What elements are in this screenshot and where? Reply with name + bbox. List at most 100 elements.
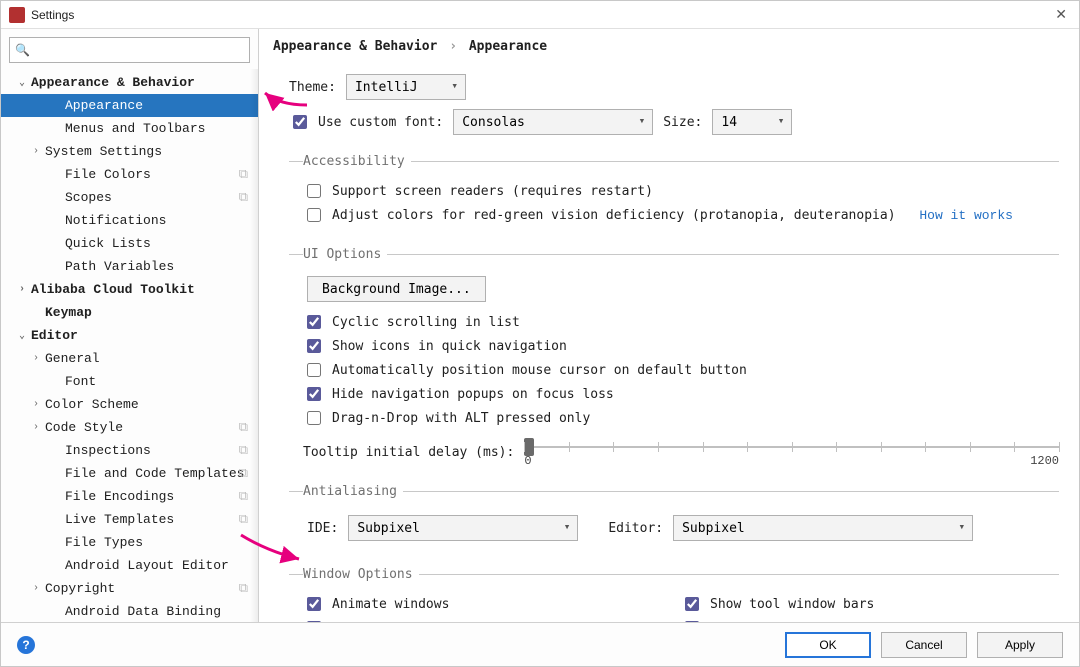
sidebar-item[interactable]: ⌄Appearance & Behavior [1, 71, 258, 94]
adjust-colors-checkbox[interactable] [307, 208, 321, 222]
sidebar-item[interactable]: Path Variables [1, 255, 258, 278]
screen-readers-label: Support screen readers (requires restart… [332, 184, 653, 199]
project-level-icon: ⧉ [239, 466, 248, 481]
titlebar: Settings ✕ [1, 1, 1079, 29]
aa-ide-select[interactable]: Subpixel [348, 515, 578, 541]
sidebar-item[interactable]: ›Copyright⧉ [1, 577, 258, 600]
sidebar-item[interactable]: Keymap [1, 301, 258, 324]
sidebar-item-label: Menus and Toolbars [65, 121, 205, 136]
close-icon[interactable]: ✕ [1051, 6, 1071, 23]
sidebar-item-label: Alibaba Cloud Toolkit [31, 282, 195, 297]
project-level-icon: ⧉ [239, 420, 248, 435]
sidebar-item-label: Path Variables [65, 259, 174, 274]
sidebar-item-label: Appearance & Behavior [31, 75, 195, 90]
ui-options-group: UI Options Background Image... Cyclic sc… [289, 247, 1059, 466]
ok-button[interactable]: OK [785, 632, 871, 658]
search-icon: 🔍 [15, 43, 30, 58]
window-options-title: Window Options [303, 567, 419, 582]
sidebar-item-label: Color Scheme [45, 397, 139, 412]
size-label: Size: [663, 115, 702, 130]
screen-readers-checkbox[interactable] [307, 184, 321, 198]
cancel-button[interactable]: Cancel [881, 632, 967, 658]
sidebar-item[interactable]: Quick Lists [1, 232, 258, 255]
tooltip-delay-slider[interactable]: 0 1200 [524, 438, 1059, 466]
sidebar-item[interactable]: ›General [1, 347, 258, 370]
font-select[interactable]: Consolas [453, 109, 653, 135]
show-toolbars-checkbox[interactable] [685, 597, 699, 611]
sidebar-item[interactable]: Scopes⧉ [1, 186, 258, 209]
aa-editor-select[interactable]: Subpixel [673, 515, 973, 541]
breadcrumb-sep-icon: › [449, 39, 457, 54]
cyclic-scrolling-checkbox[interactable] [307, 315, 321, 329]
sidebar-item[interactable]: File Encodings ⧉ [1, 485, 258, 508]
sidebar-item[interactable]: File and Code Templates⧉ [1, 462, 258, 485]
content: Appearance & Behavior › Appearance Theme… [259, 29, 1079, 622]
chevron-down-icon: ⌄ [15, 330, 29, 342]
project-level-icon: ⧉ [239, 489, 248, 504]
sidebar-item[interactable]: ›Code Style⧉ [1, 416, 258, 439]
drag-alt-checkbox[interactable] [307, 411, 321, 425]
sidebar-item[interactable]: File Colors⧉ [1, 163, 258, 186]
sidebar-item[interactable]: Font [1, 370, 258, 393]
apply-button[interactable]: Apply [977, 632, 1063, 658]
sidebar-item[interactable]: Android Data Binding [1, 600, 258, 622]
sidebar-item-label: Notifications [65, 213, 166, 228]
use-custom-font-checkbox[interactable] [293, 115, 307, 129]
background-image-button[interactable]: Background Image... [307, 276, 486, 302]
accessibility-title: Accessibility [303, 154, 411, 169]
use-custom-font-label: Use custom font: [318, 115, 443, 130]
sidebar-item-label: Appearance [65, 98, 143, 113]
sidebar-item-label: Android Layout Editor [65, 558, 229, 573]
sidebar-item-label: Quick Lists [65, 236, 151, 251]
sidebar-item-label: Android Data Binding [65, 604, 221, 619]
project-level-icon: ⧉ [239, 581, 248, 596]
sidebar-item-label: Keymap [45, 305, 92, 320]
sidebar-item[interactable]: File Types [1, 531, 258, 554]
chevron-down-icon: ⌄ [15, 77, 29, 89]
sidebar-tree[interactable]: ⌄Appearance & BehaviorAppearanceMenus an… [1, 71, 258, 622]
sidebar-item[interactable]: Menus and Toolbars [1, 117, 258, 140]
ui-options-title: UI Options [303, 247, 387, 262]
project-level-icon: ⧉ [239, 190, 248, 205]
sidebar-item[interactable]: Live Templates⧉ [1, 508, 258, 531]
search-input[interactable] [9, 37, 250, 63]
sidebar-item[interactable]: ⌄Editor [1, 324, 258, 347]
how-it-works-link[interactable]: How it works [919, 208, 1013, 223]
sidebar-item[interactable]: ›Alibaba Cloud Toolkit [1, 278, 258, 301]
breadcrumb-leaf: Appearance [469, 39, 547, 54]
auto-mouse-checkbox[interactable] [307, 363, 321, 377]
sidebar-item[interactable]: ›System Settings [1, 140, 258, 163]
sidebar-item[interactable]: Appearance [1, 94, 258, 117]
sidebar-scroll-shadow [250, 69, 258, 622]
custom-font-row: Use custom font: Consolas Size: 14 [289, 108, 1059, 136]
sidebar-item-label: Live Templates [65, 512, 174, 527]
theme-row: Theme: IntelliJ [289, 74, 1059, 100]
sidebar-item-label: File Types [65, 535, 143, 550]
show-toolbars-label: Show tool window bars [710, 597, 874, 612]
icons-quicknav-checkbox[interactable] [307, 339, 321, 353]
chevron-right-icon: › [29, 422, 43, 433]
adjust-colors-label: Adjust colors for red-green vision defic… [332, 208, 896, 223]
aa-editor-label: Editor: [608, 521, 663, 536]
animate-windows-checkbox[interactable] [307, 597, 321, 611]
chevron-right-icon: › [29, 583, 43, 594]
sidebar-item-label: Inspections [65, 443, 151, 458]
cyclic-scrolling-label: Cyclic scrolling in list [332, 315, 520, 330]
sidebar-item[interactable]: Notifications [1, 209, 258, 232]
aa-ide-label: IDE: [307, 521, 338, 536]
sidebar-item[interactable]: Inspections ⧉ [1, 439, 258, 462]
sidebar-item-label: File Colors [65, 167, 151, 182]
sidebar-item[interactable]: ›Color Scheme [1, 393, 258, 416]
sidebar-item[interactable]: Android Layout Editor [1, 554, 258, 577]
window-title: Settings [31, 8, 1051, 22]
help-icon[interactable]: ? [17, 636, 35, 654]
auto-mouse-label: Automatically position mouse cursor on d… [332, 363, 747, 378]
hide-popups-checkbox[interactable] [307, 387, 321, 401]
theme-select[interactable]: IntelliJ [346, 74, 466, 100]
icons-quicknav-label: Show icons in quick navigation [332, 339, 567, 354]
font-size-select[interactable]: 14 [712, 109, 792, 135]
sidebar-item-label: File Encodings [65, 489, 174, 504]
project-level-icon: ⧉ [239, 443, 248, 458]
breadcrumb: Appearance & Behavior › Appearance [259, 29, 1079, 60]
body: 🔍 ⌄Appearance & BehaviorAppearanceMenus … [1, 29, 1079, 622]
